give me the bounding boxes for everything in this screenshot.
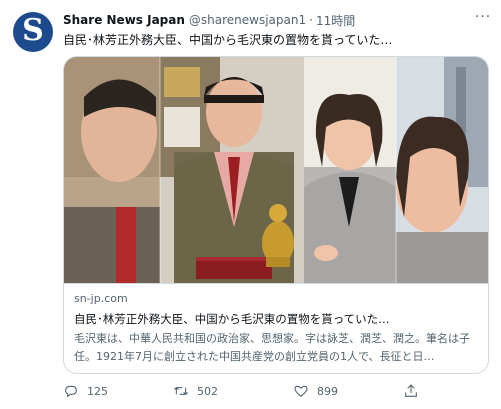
like-icon — [294, 385, 308, 398]
avatar[interactable]: S — [13, 12, 53, 52]
tweet-text: 自民･林芳正外務大臣、中国から毛沢東の置物を貰っていた… — [63, 33, 393, 47]
separator-dot: · — [309, 13, 313, 27]
card-description: 毛沢東は、中華人民共和国の政治家、思想家。字は詠芝、潤芝、潤之。筆名は子任。19… — [74, 332, 470, 363]
card-image — [64, 57, 488, 283]
retweet-button[interactable]: 502 — [173, 380, 218, 402]
user-handle[interactable]: @sharenewsjapan1 — [189, 13, 306, 27]
reply-icon — [65, 385, 77, 398]
avatar-letter: S — [22, 13, 44, 48]
link-card[interactable]: sn-jp.com 自民･林芳正外務大臣、中国から毛沢東の置物を貰っていた… 毛… — [63, 56, 489, 374]
share-button[interactable] — [403, 380, 427, 402]
card-domain: sn-jp.com — [74, 292, 128, 305]
share-icon — [405, 384, 417, 397]
tweet-actions: 125 502 899 — [63, 380, 493, 402]
card-photo — [64, 57, 488, 283]
more-icon[interactable]: ··· — [472, 8, 494, 28]
card-info: sn-jp.com 自民･林芳正外務大臣、中国から毛沢東の置物を貰っていた… 毛… — [64, 283, 488, 373]
like-count: 899 — [317, 384, 338, 398]
timestamp[interactable]: 11時間 — [316, 12, 355, 29]
tweet-header: Share News Japan @sharenewsjapan1 · 11時間 — [63, 10, 453, 30]
display-name[interactable]: Share News Japan — [63, 13, 185, 27]
reply-button[interactable]: 125 — [63, 380, 108, 402]
retweet-icon — [173, 386, 189, 396]
reply-count: 125 — [87, 384, 108, 398]
card-title: 自民･林芳正外務大臣、中国から毛沢東の置物を貰っていた… — [74, 312, 390, 326]
retweet-count: 502 — [197, 384, 218, 398]
like-button[interactable]: 899 — [293, 380, 338, 402]
